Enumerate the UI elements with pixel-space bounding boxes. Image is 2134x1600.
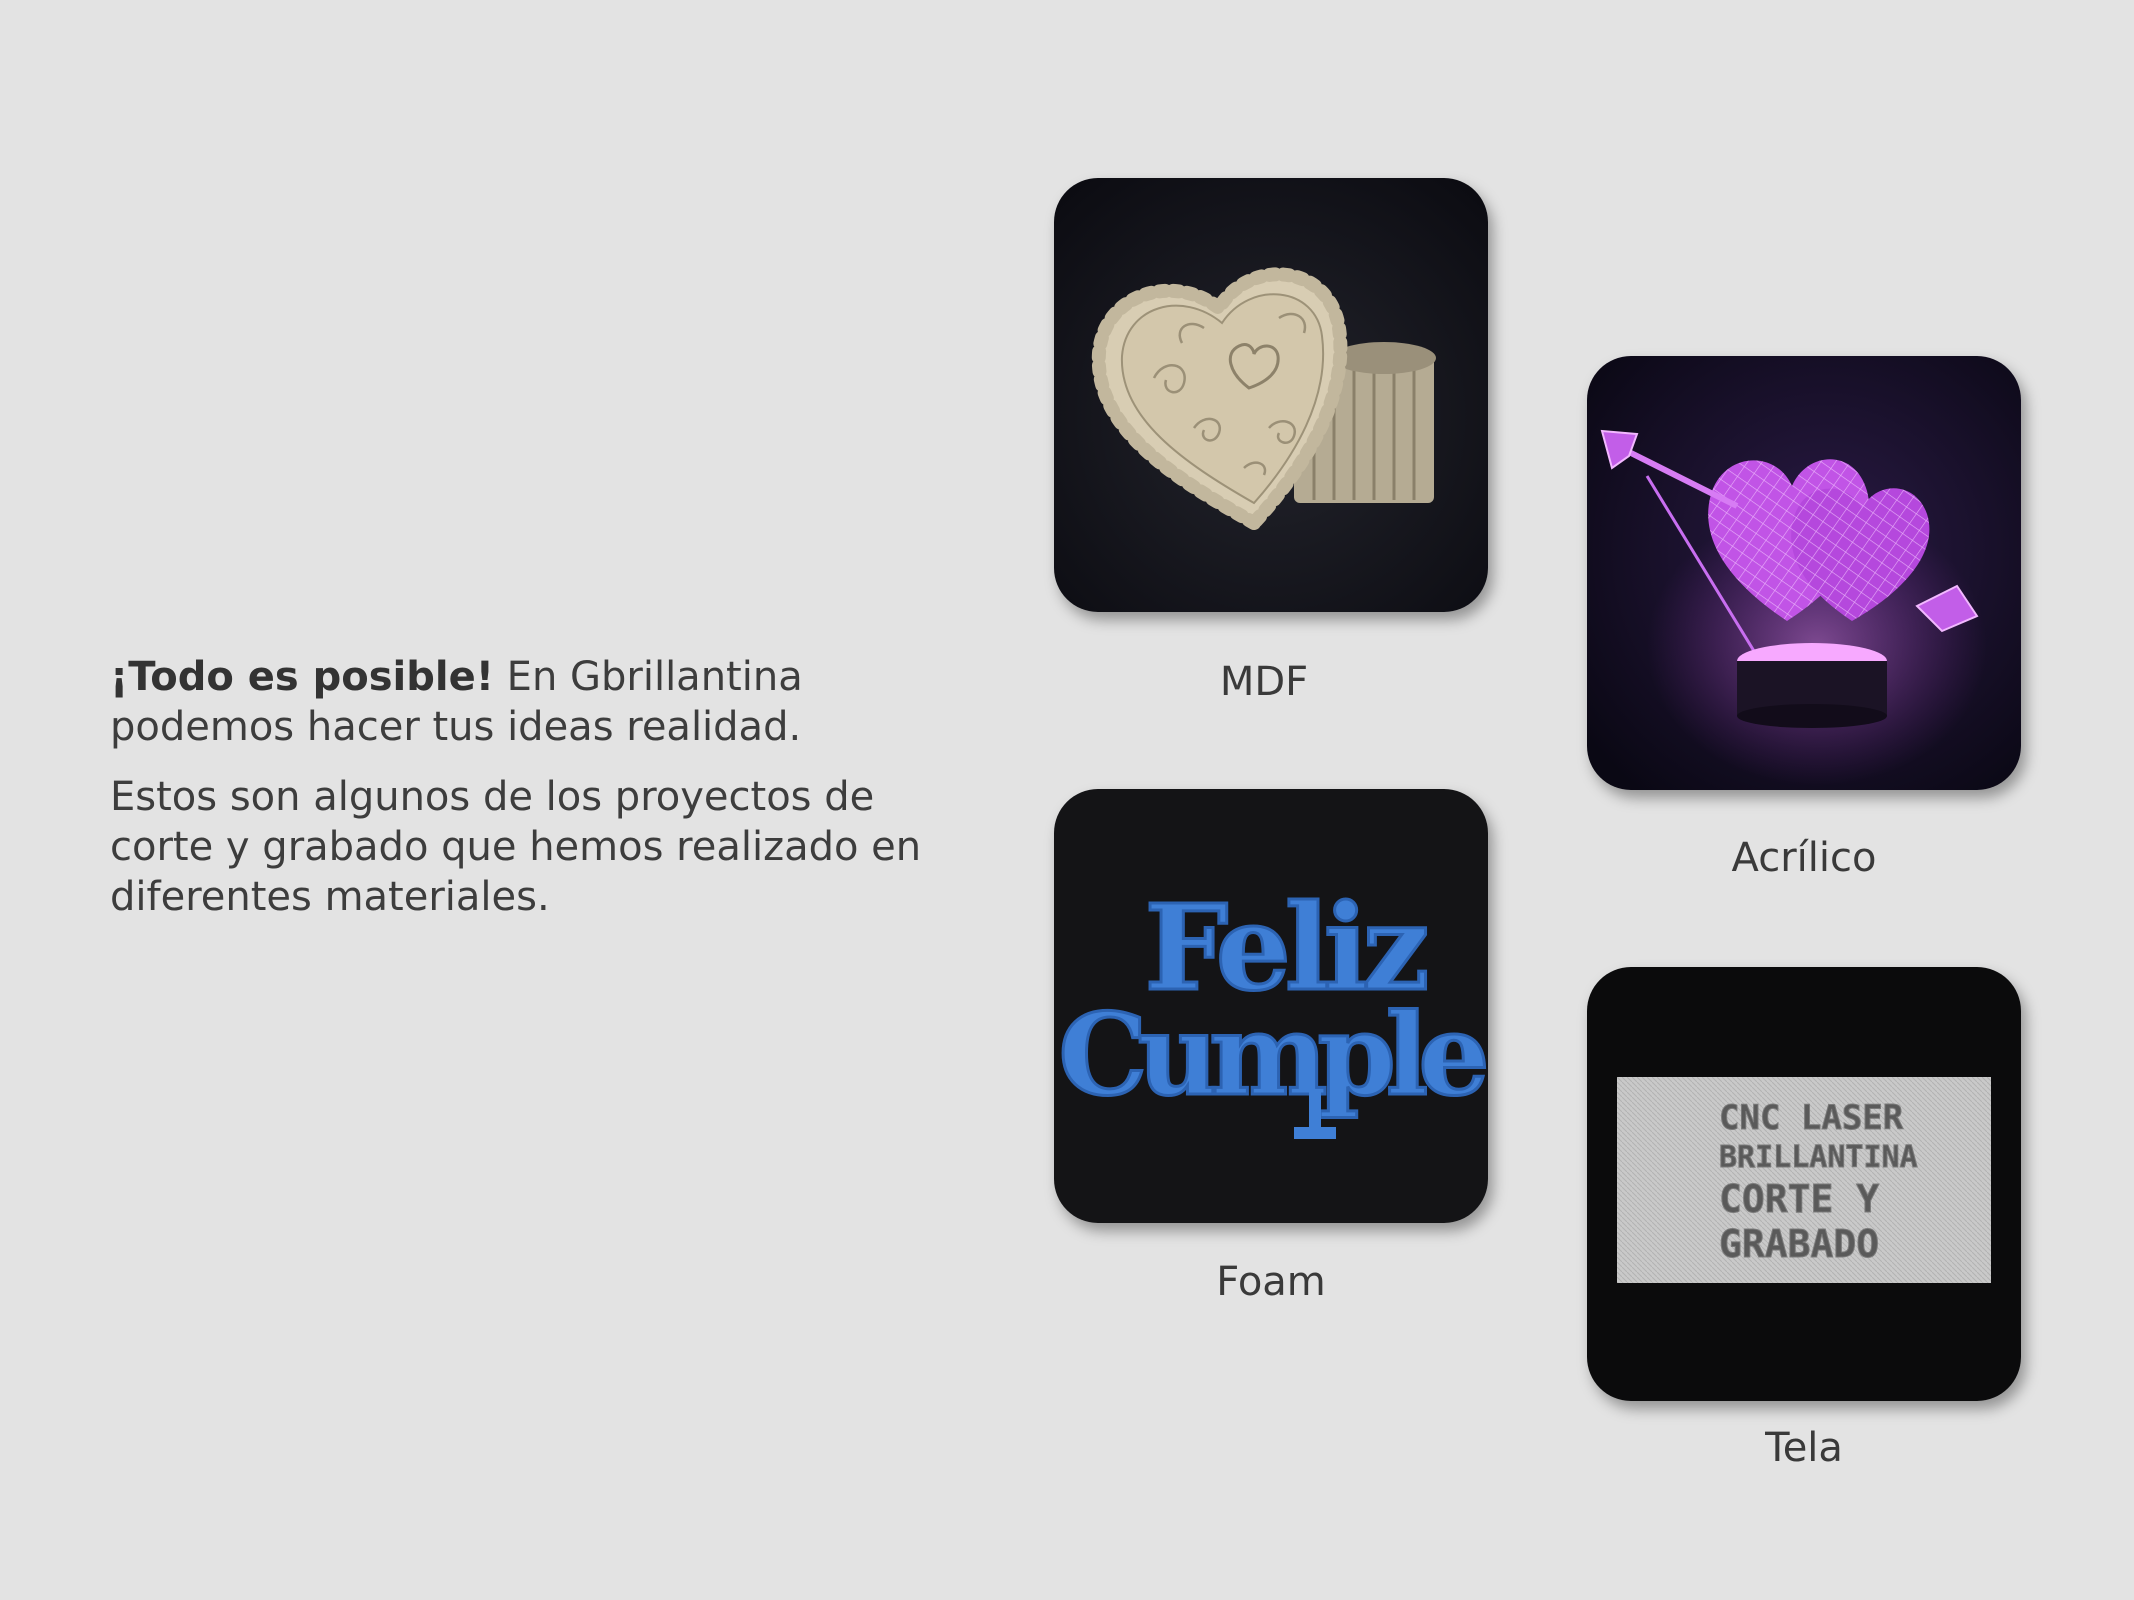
engraved-fabric-image: CNC LASER BRILLANTINA CORTE Y GRABADO (1587, 967, 2021, 1401)
tela-caption: Tela (1765, 1425, 1843, 1471)
intro-paragraph-2: Estos son algunos de los proyectos de co… (110, 774, 922, 920)
intro-text: ¡Todo es posible! En Gbrillantina podemo… (110, 652, 930, 942)
tela-text-line-2: BRILLANTINA (1719, 1140, 1918, 1175)
foam-image-tile: Feliz Cumple (1054, 789, 1488, 1223)
foam-caption: Foam (1216, 1259, 1326, 1305)
feliz-cumple-image: Feliz Cumple (1054, 789, 1488, 1223)
tela-text-line-3: CORTE Y (1719, 1177, 1879, 1221)
mdf-image-tile (1054, 178, 1488, 612)
intro-highlight: ¡Todo es posible! (110, 654, 494, 700)
hearts-lamp-image (1587, 356, 2021, 790)
tela-text-line-1: CNC LASER (1719, 1098, 1904, 1138)
mdf-caption: MDF (1219, 659, 1309, 705)
heart-box-image (1054, 178, 1488, 612)
foam-text-cumple: Cumple (1058, 990, 1485, 1121)
intro-paragraph-1: ¡Todo es posible! En Gbrillantina podemo… (110, 652, 930, 752)
intro-line-1-cont: podemos hacer tus ideas realidad. (110, 704, 802, 750)
acrilico-caption: Acrílico (1731, 835, 1877, 881)
tela-image-tile: CNC LASER BRILLANTINA CORTE Y GRABADO (1587, 967, 2021, 1401)
tela-text-line-4: GRABADO (1719, 1222, 1879, 1266)
acrilico-image-tile (1587, 356, 2021, 790)
intro-line-1-rest: En Gbrillantina (493, 654, 803, 700)
